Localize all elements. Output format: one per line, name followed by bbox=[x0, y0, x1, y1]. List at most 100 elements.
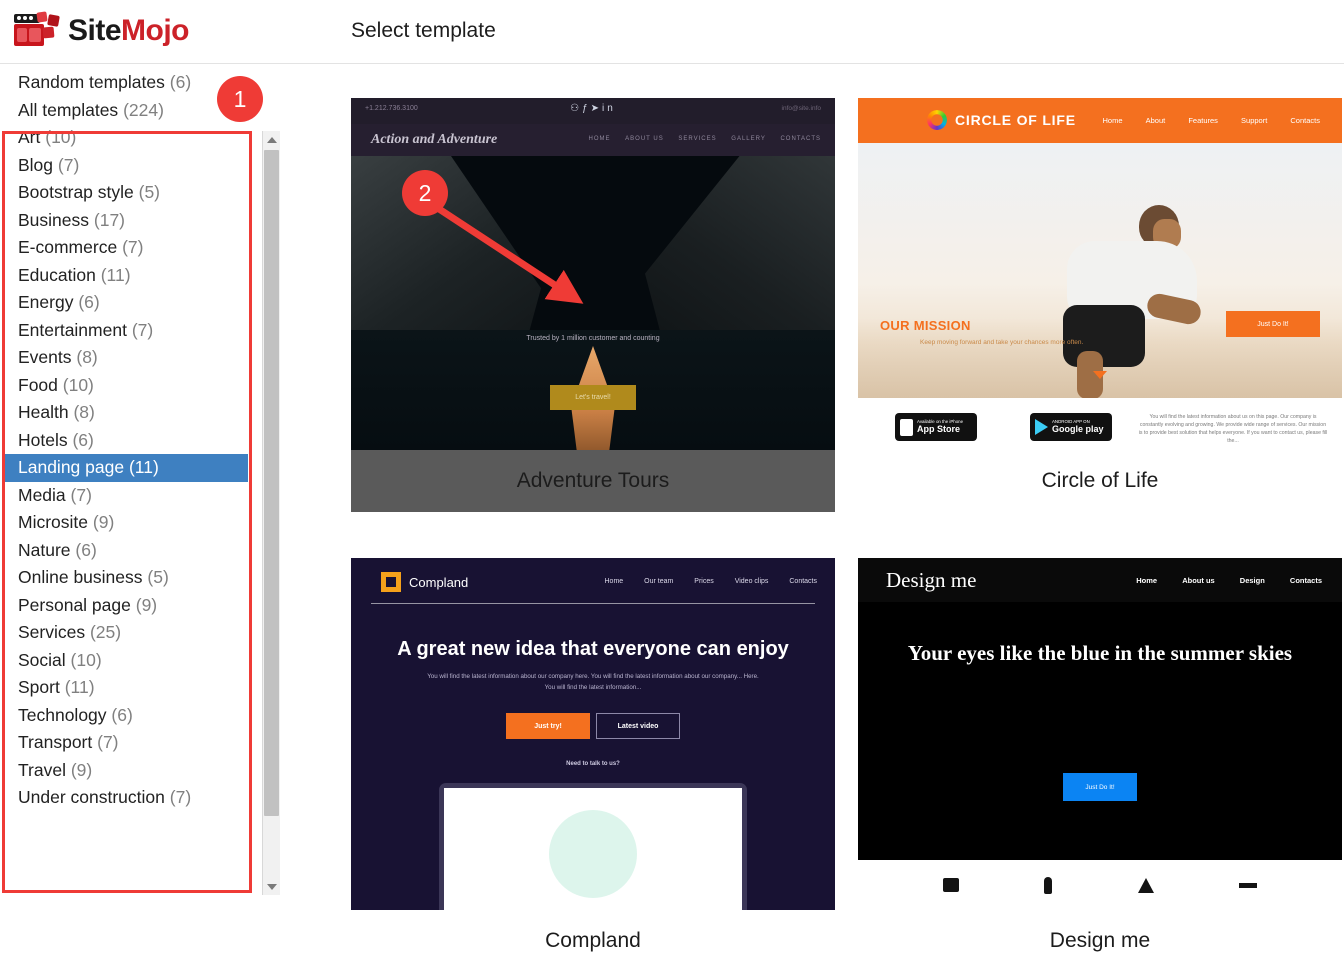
nav-link: Contacts bbox=[1289, 576, 1322, 585]
category-label: Transport bbox=[18, 732, 93, 752]
preview-button-row: Just try! Latest video bbox=[351, 713, 835, 739]
category-item[interactable]: Energy (6) bbox=[2, 289, 254, 317]
category-item[interactable]: Health (8) bbox=[2, 399, 254, 427]
category-item[interactable]: Online business (5) bbox=[2, 564, 254, 592]
nav-link: HOME bbox=[588, 136, 611, 142]
monitor-icon bbox=[943, 878, 960, 892]
preview-heading: A great new idea that everyone can enjoy bbox=[397, 638, 789, 660]
category-item[interactable]: Transport (7) bbox=[2, 729, 254, 757]
preview-cta-button: Let's travel! bbox=[550, 385, 636, 410]
template-card[interactable]: CIRCLE OF LIFE Home About Features Suppo… bbox=[858, 98, 1342, 512]
nav-link: Features bbox=[1188, 116, 1218, 125]
scroll-down-button[interactable] bbox=[263, 878, 280, 895]
preview-icon-row bbox=[858, 860, 1342, 910]
category-sidebar: Random templates (6) All templates (224) A… bbox=[0, 65, 285, 895]
preview-brand: CIRCLE OF LIFE bbox=[955, 112, 1076, 128]
category-count: (6) bbox=[111, 704, 133, 725]
sitemojo-logo-icon bbox=[14, 10, 60, 52]
preview-design-me: Design me Home About us Design Contacts … bbox=[858, 558, 1342, 910]
category-item[interactable]: Sport (11) bbox=[2, 674, 254, 702]
category-count: (8) bbox=[73, 402, 95, 422]
nav-link: GALLERY bbox=[731, 136, 766, 142]
category-item[interactable]: Random templates (6) bbox=[2, 69, 254, 97]
preview-nav-links: HOME ABOUT US SERVICES GALLERY CONTACTS bbox=[576, 136, 821, 142]
scrollbar-thumb[interactable] bbox=[264, 150, 279, 816]
template-thumbnail[interactable]: Compland Home Our team Prices Video clip… bbox=[351, 558, 835, 910]
category-label: Personal page bbox=[18, 594, 131, 615]
preview-navbar: CIRCLE OF LIFE Home About Features Suppo… bbox=[858, 98, 1342, 143]
preview-navbar: Action and Adventure HOME ABOUT US SERVI… bbox=[351, 124, 835, 156]
category-count: (9) bbox=[70, 759, 93, 780]
brand-wordmark: SiteMojo bbox=[68, 14, 190, 48]
sidebar-scrollbar[interactable] bbox=[262, 131, 280, 895]
category-count: (6) bbox=[72, 429, 94, 450]
category-count: (9) bbox=[92, 512, 115, 532]
category-item[interactable]: Entertainment (7) bbox=[2, 317, 254, 345]
category-list[interactable]: Random templates (6) All templates (224) A… bbox=[2, 69, 254, 831]
category-count: (9) bbox=[135, 594, 158, 615]
category-label: Travel bbox=[18, 759, 66, 780]
category-item[interactable]: Art (10) bbox=[2, 124, 254, 152]
category-count: (7) bbox=[97, 732, 119, 752]
preview-circle-of-life: CIRCLE OF LIFE Home About Features Suppo… bbox=[858, 98, 1342, 450]
category-item[interactable]: Technology (6) bbox=[2, 702, 254, 730]
category-count: (17) bbox=[93, 209, 126, 230]
category-item[interactable]: Microsite (9) bbox=[2, 509, 254, 537]
category-item[interactable]: Business (17) bbox=[2, 207, 254, 235]
category-item[interactable]: Services (25) bbox=[2, 619, 254, 647]
category-item[interactable]: E-commerce (7) bbox=[2, 234, 254, 262]
brand-logo[interactable]: SiteMojo bbox=[14, 10, 190, 52]
circle-logo-icon bbox=[927, 110, 947, 130]
brand-mojo-text: Mojo bbox=[121, 14, 190, 47]
annotation-badge-2: 2 bbox=[402, 170, 448, 216]
category-item[interactable]: Hotels (6) bbox=[2, 427, 254, 455]
nav-link: Contacts bbox=[1290, 116, 1320, 125]
preview-brand: Action and Adventure bbox=[371, 132, 498, 147]
category-label: Bootstrap style bbox=[18, 182, 134, 202]
category-label: Energy bbox=[18, 292, 74, 312]
nav-link: Our team bbox=[644, 578, 674, 585]
compland-logo-icon bbox=[381, 572, 401, 592]
category-count: (11) bbox=[128, 457, 159, 477]
preview-body-copy: You will find the latest information abo… bbox=[1138, 414, 1328, 445]
template-name: Adventure Tours bbox=[351, 450, 835, 512]
preview-phone: +1.212.736.3100 bbox=[365, 105, 418, 112]
nav-link: Video clips bbox=[734, 578, 769, 585]
social-icons: ⚇ƒ➤in bbox=[570, 103, 616, 114]
brand-site-text: Site bbox=[68, 14, 122, 47]
nav-link: Contacts bbox=[789, 578, 817, 585]
chevron-down-icon bbox=[266, 883, 277, 890]
preview-email: info@site.info bbox=[781, 105, 821, 112]
preview-cta-button: Just Do It! bbox=[1226, 311, 1320, 337]
category-item[interactable]: Events (8) bbox=[2, 344, 254, 372]
category-item[interactable]: Nature (6) bbox=[2, 537, 254, 565]
category-item[interactable]: Education (11) bbox=[2, 262, 254, 290]
category-item[interactable]: Travel (9) bbox=[2, 757, 254, 785]
category-item[interactable]: Social (10) bbox=[2, 647, 254, 675]
nav-link: Design bbox=[1239, 576, 1265, 585]
template-card[interactable]: Design me Home About us Design Contacts … bbox=[858, 558, 1342, 972]
nav-link: About us bbox=[1182, 576, 1215, 585]
template-card[interactable]: Compland Home Our team Prices Video clip… bbox=[351, 558, 835, 972]
preview-compland: Compland Home Our team Prices Video clip… bbox=[351, 558, 835, 910]
category-item[interactable]: Under construction (7) bbox=[2, 784, 254, 812]
category-item-selected[interactable]: Landing page (11) bbox=[2, 454, 248, 482]
template-name: Compland bbox=[351, 910, 835, 972]
category-label: Technology bbox=[18, 704, 107, 725]
nav-link: ABOUT US bbox=[625, 136, 664, 142]
google-play-label: Google play bbox=[1052, 423, 1104, 434]
preview-bottom-section: Available on the iPhone App Store ANDROI… bbox=[858, 398, 1342, 450]
scroll-up-button[interactable] bbox=[263, 131, 280, 148]
category-label: Services bbox=[18, 622, 86, 642]
category-label: Events bbox=[18, 347, 72, 367]
category-item[interactable]: Media (7) bbox=[2, 482, 254, 510]
category-item[interactable]: Blog (7) bbox=[2, 152, 254, 180]
template-thumbnail[interactable]: Design me Home About us Design Contacts … bbox=[858, 558, 1342, 910]
category-count: (7) bbox=[70, 484, 92, 505]
category-item[interactable]: Personal page (9) bbox=[2, 592, 254, 620]
category-item[interactable]: Food (10) bbox=[2, 372, 254, 400]
category-count: (11) bbox=[100, 264, 131, 285]
category-item[interactable]: Bootstrap style (5) bbox=[2, 179, 254, 207]
template-thumbnail[interactable]: CIRCLE OF LIFE Home About Features Suppo… bbox=[858, 98, 1342, 450]
chevron-up-icon bbox=[266, 136, 277, 143]
